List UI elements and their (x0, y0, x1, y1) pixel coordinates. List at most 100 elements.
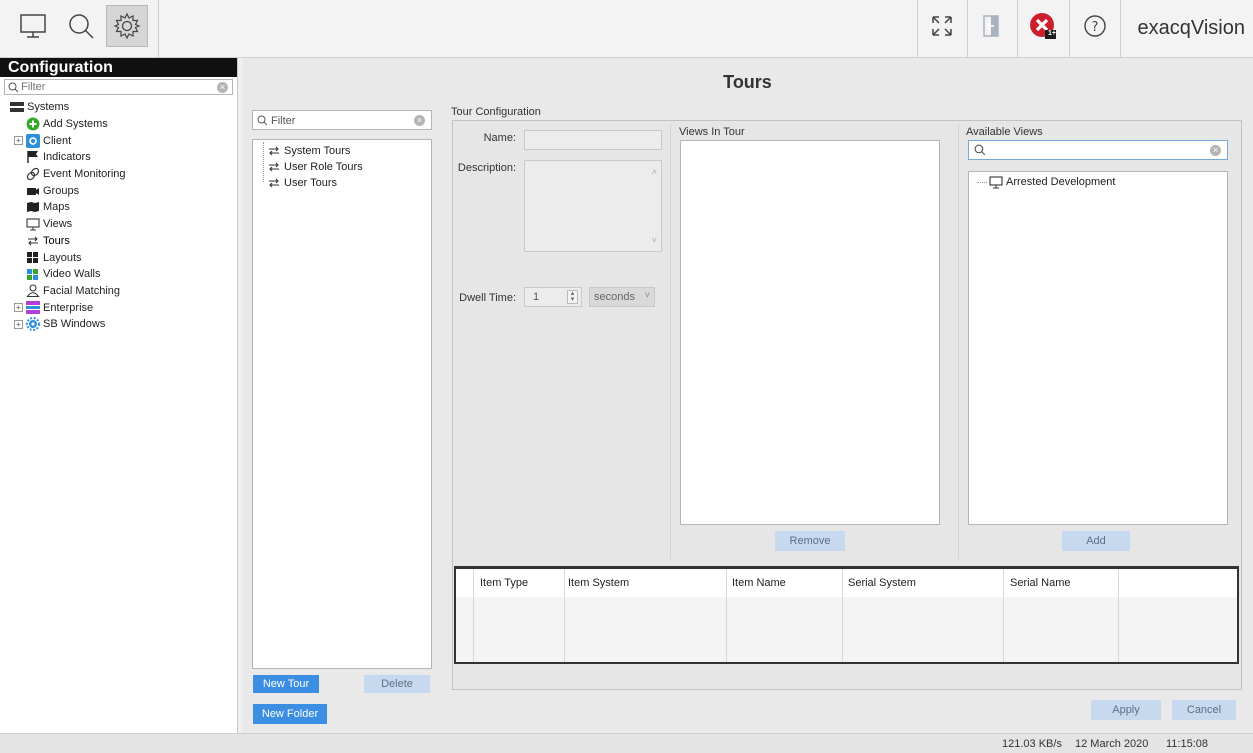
flag-icon (26, 151, 40, 164)
map-icon (26, 201, 40, 213)
page-title: Tours (723, 72, 772, 92)
list-item-available-view[interactable]: Arrested Development (977, 174, 1115, 191)
monitor-icon[interactable] (12, 5, 54, 47)
bandwidth-readout: 121.03 KB/s (1002, 738, 1062, 750)
new-folder-button[interactable]: New Folder (253, 704, 327, 724)
sidebar-item-client[interactable]: + Client (0, 132, 237, 149)
sidebar-item-maps[interactable]: Maps (0, 199, 237, 216)
date-readout: 12 March 2020 (1075, 738, 1149, 750)
sidebar-item-add-systems[interactable]: Add Systems (0, 116, 237, 133)
delete-button[interactable]: Delete (364, 675, 430, 693)
svg-text:?: ? (1092, 20, 1099, 35)
sidebar-item-indicators[interactable]: Indicators (0, 149, 237, 166)
gear-icon (26, 133, 40, 148)
sidebar-item-event-monitoring[interactable]: Event Monitoring (0, 166, 237, 183)
tree-line (263, 142, 264, 182)
clear-icon[interactable]: × (1210, 145, 1221, 156)
sidebar-item-systems[interactable]: Systems (0, 99, 237, 116)
monitor-icon (989, 176, 1003, 189)
clear-icon[interactable]: × (414, 115, 425, 126)
column-header[interactable]: Item Type (474, 569, 528, 597)
sidebar-item-tours[interactable]: Tours (0, 233, 237, 250)
sidebar-item-layouts[interactable]: Layouts (0, 249, 237, 266)
person-icon (26, 284, 40, 298)
new-tour-button[interactable]: New Tour (253, 675, 319, 693)
brand-logo: exacqVision (1137, 17, 1245, 39)
tour-icon (267, 145, 281, 157)
alarm-icon[interactable]: 1+ (1022, 5, 1064, 47)
stepper-arrows-icon[interactable]: ▴ ▾ (567, 290, 578, 304)
link-icon (26, 167, 40, 181)
exit-icon[interactable] (970, 5, 1012, 47)
tours-filter-placeholder: Filter (271, 115, 296, 127)
gear-icon[interactable] (106, 5, 148, 47)
sidebar-item-facial-matching[interactable]: Facial Matching (0, 283, 237, 300)
dwell-time-stepper[interactable]: 1 ▴ ▾ (524, 287, 582, 307)
add-button[interactable]: Add (1062, 531, 1130, 551)
list-item-user-role-tours[interactable]: User Role Tours (267, 159, 363, 176)
column-header[interactable]: Serial Name (1004, 569, 1071, 597)
description-field[interactable]: ˄ ˅ (524, 160, 662, 252)
plus-icon (26, 117, 40, 131)
layout-icon (26, 252, 40, 264)
enterprise-icon (26, 301, 40, 315)
list-item-user-tours[interactable]: User Tours (267, 175, 337, 192)
sidebar-item-views[interactable]: Views (0, 216, 237, 233)
column-divider (1003, 569, 1004, 662)
tree-line (977, 181, 987, 183)
search-icon[interactable] (60, 5, 102, 47)
available-views-search[interactable]: × (968, 140, 1228, 160)
sidebar-item-sb-windows[interactable]: + SB Windows (0, 316, 237, 333)
name-label: Name: (483, 132, 516, 144)
videowall-icon (26, 268, 40, 280)
toolbar-divider (1017, 0, 1018, 57)
apply-button[interactable]: Apply (1091, 700, 1161, 720)
monitor-icon (26, 218, 40, 231)
available-views-list: Arrested Development (968, 171, 1228, 525)
cancel-button[interactable]: Cancel (1172, 700, 1236, 720)
scroll-down-icon[interactable]: ˅ (652, 235, 657, 245)
camera-icon (26, 185, 40, 197)
toolbar-divider (967, 0, 968, 57)
column-header[interactable]: Item Name (726, 569, 786, 597)
toolbar-divider (158, 0, 159, 57)
tours-filter[interactable]: Filter × (252, 110, 432, 130)
server-icon (10, 101, 24, 113)
column-divider (1118, 569, 1119, 662)
toolbar-divider (1120, 0, 1121, 57)
search-icon (257, 115, 268, 126)
status-bar: 121.03 KB/s 12 March 2020 11:15:08 (0, 733, 1253, 753)
expand-icon[interactable]: + (14, 136, 23, 146)
description-label: Description: (457, 162, 516, 174)
expand-icon[interactable]: + (14, 319, 23, 329)
fullscreen-icon[interactable] (921, 5, 963, 47)
sidebar-filter-input[interactable] (21, 80, 211, 94)
search-icon (974, 144, 986, 156)
views-in-tour-list[interactable] (680, 140, 940, 525)
sidebar-item-enterprise[interactable]: + Enterprise (0, 299, 237, 316)
remove-button[interactable]: Remove (775, 531, 845, 551)
sidebar-item-groups[interactable]: Groups (0, 182, 237, 199)
tour-configuration-label: Tour Configuration (451, 106, 541, 118)
column-header[interactable]: Serial System (842, 569, 916, 597)
column-divider (564, 569, 565, 662)
dwell-unit-select[interactable]: seconds ˅ (589, 287, 655, 307)
clear-icon[interactable]: × (217, 82, 228, 93)
toolbar-divider (1069, 0, 1070, 57)
divider (958, 124, 959, 559)
available-views-label: Available Views (966, 126, 1043, 138)
gear-icon (26, 317, 40, 332)
column-header[interactable]: Item System (562, 569, 629, 597)
tours-list: System Tours User Role Tours User Tours (252, 139, 432, 669)
views-in-tour-label: Views In Tour (679, 126, 745, 138)
list-item-system-tours[interactable]: System Tours (267, 143, 350, 160)
column-divider (726, 569, 727, 662)
name-field[interactable] (524, 130, 662, 150)
sidebar-filter[interactable]: × (4, 79, 233, 95)
scroll-up-icon[interactable]: ˄ (652, 167, 657, 177)
dwell-time-label: Dwell Time: (459, 292, 516, 304)
sidebar-item-video-walls[interactable]: Video Walls (0, 266, 237, 283)
chevron-down-icon: ˅ (644, 290, 650, 300)
expand-icon[interactable]: + (14, 303, 23, 313)
help-icon[interactable]: ? (1074, 5, 1116, 47)
